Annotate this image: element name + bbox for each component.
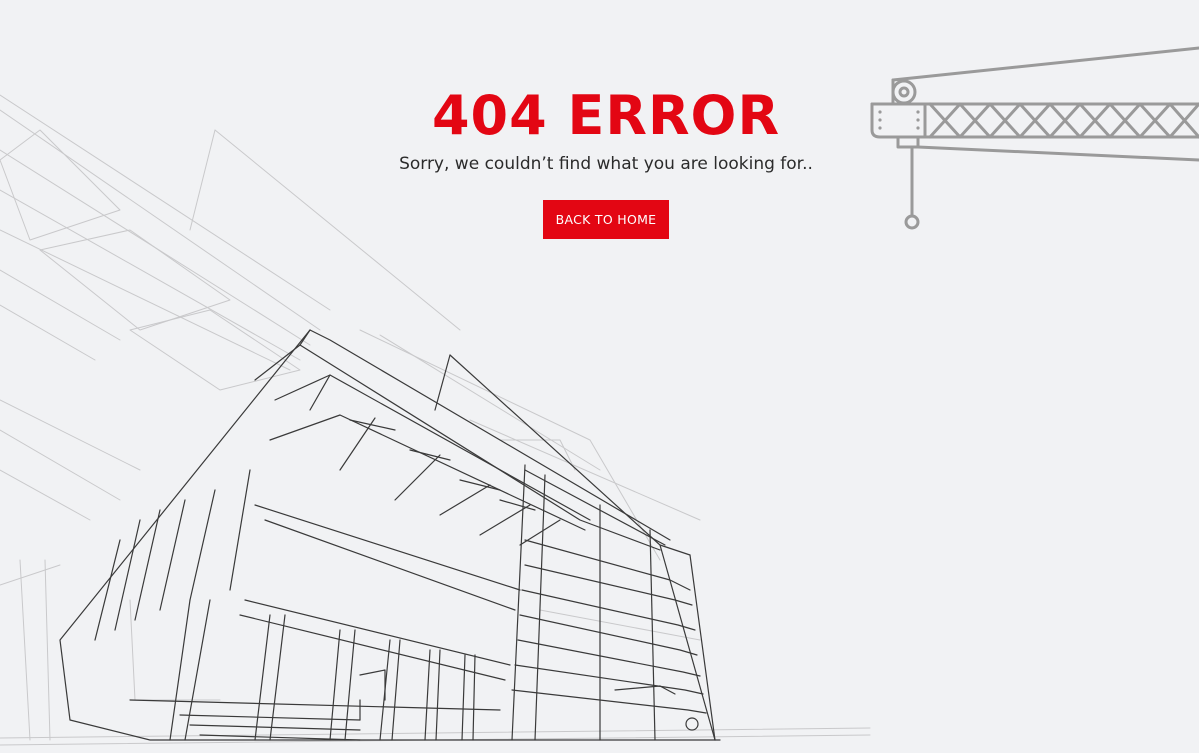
error-content: 404 ERROR Sorry, we couldn’t find what y… — [0, 80, 1199, 239]
error-page: 404 ERROR Sorry, we couldn’t find what y… — [0, 0, 1199, 753]
error-message: Sorry, we couldn’t find what you are loo… — [399, 154, 813, 174]
back-to-home-button[interactable]: BACK TO HOME — [542, 200, 670, 239]
error-title: 404 ERROR — [431, 84, 781, 147]
